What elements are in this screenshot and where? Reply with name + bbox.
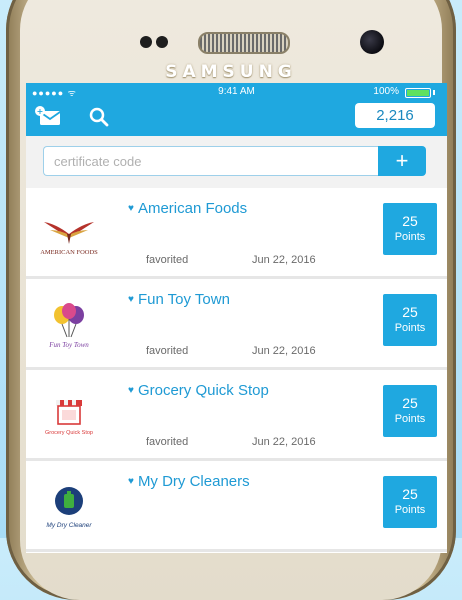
american-foods-logo: AMERICAN FOODS xyxy=(34,204,104,264)
favorited-date: Jun 22, 2016 xyxy=(252,436,316,448)
points-button[interactable]: 25 Points xyxy=(383,294,437,346)
favorited-status: favorited xyxy=(146,345,189,357)
points-value: 25 xyxy=(402,486,418,502)
heart-icon: ♥ xyxy=(128,294,134,305)
points-total: 2,216 xyxy=(355,103,435,128)
battery-icon xyxy=(405,88,431,98)
favorited-status: favorited xyxy=(146,436,189,448)
battery-percent: 100% xyxy=(373,86,399,97)
merchant-row[interactable]: AMERICAN FOODS ♥ American Foods favorited… xyxy=(26,188,447,279)
merchant-name-text: Fun Toy Town xyxy=(137,291,230,308)
battery-level xyxy=(407,90,429,96)
merchant-list: AMERICAN FOODS ♥ American Foods favorited… xyxy=(26,188,447,552)
earpiece-speaker xyxy=(198,32,290,54)
merchant-name-text: My Dry Cleaners xyxy=(137,473,250,490)
points-label: Points xyxy=(394,231,426,243)
american-foods-wordmark: AMERICAN FOODS xyxy=(40,249,98,256)
app-header: ●●●●● ᯤ 9:41 AM 100% + 2,216 xyxy=(26,83,447,136)
app-screen: ●●●●● ᯤ 9:41 AM 100% + 2,216 + xyxy=(26,83,447,553)
mail-badge-icon[interactable]: + xyxy=(34,105,62,127)
merchant-name[interactable]: ♥ Grocery Quick Stop xyxy=(128,382,269,399)
favorited-date: Jun 22, 2016 xyxy=(252,345,316,357)
my-dry-cleaners-wordmark: My Dry Cleaner xyxy=(46,522,92,529)
favorited-date: Jun 22, 2016 xyxy=(252,254,316,266)
svg-text:+: + xyxy=(37,107,44,116)
points-button[interactable]: 25 Points xyxy=(383,476,437,528)
certificate-code-input[interactable] xyxy=(43,146,378,176)
device-brand: SAMSUNG xyxy=(165,62,297,82)
merchant-name[interactable]: ♥ American Foods xyxy=(128,200,247,217)
points-value: 25 xyxy=(402,395,418,411)
sensor-dot xyxy=(156,36,168,48)
points-label: Points xyxy=(394,413,426,425)
heart-icon: ♥ xyxy=(128,476,134,487)
fun-toy-town-wordmark: Fun Toy Town xyxy=(48,341,89,349)
grocery-quick-stop-logo: Grocery Quick Stop xyxy=(34,386,104,446)
my-dry-cleaners-logo: My Dry Cleaner xyxy=(34,477,104,537)
points-button[interactable]: 25 Points xyxy=(383,203,437,255)
heart-icon: ♥ xyxy=(128,203,134,214)
merchant-name[interactable]: ♥ Fun Toy Town xyxy=(128,291,230,308)
favorited-status: favorited xyxy=(146,254,189,266)
merchant-name-text: American Foods xyxy=(137,200,248,217)
front-camera xyxy=(360,30,384,54)
points-label: Points xyxy=(394,504,426,516)
points-button[interactable]: 25 Points xyxy=(383,385,437,437)
merchant-name[interactable]: ♥ My Dry Cleaners xyxy=(128,473,250,490)
points-value: 25 xyxy=(402,304,418,320)
points-value: 25 xyxy=(402,213,418,229)
merchant-row[interactable]: My Dry Cleaner ♥ My Dry Cleaners 25 Point… xyxy=(26,461,447,552)
search-icon[interactable] xyxy=(88,106,110,128)
grocery-quick-stop-wordmark: Grocery Quick Stop xyxy=(45,430,93,436)
merchant-name-text: Grocery Quick Stop xyxy=(137,382,269,399)
status-bar: ●●●●● ᯤ 9:41 AM 100% xyxy=(26,83,447,99)
heart-icon: ♥ xyxy=(128,385,134,396)
merchant-row[interactable]: Fun Toy Town ♥ Fun Toy Town favorited Jun… xyxy=(26,279,447,370)
fun-toy-town-logo: Fun Toy Town xyxy=(34,295,104,355)
add-certificate-button[interactable]: + xyxy=(378,146,426,176)
points-label: Points xyxy=(394,322,426,334)
sensor-dot xyxy=(140,36,152,48)
battery-tip xyxy=(433,90,435,95)
certificate-bar: + xyxy=(26,136,447,188)
merchant-row[interactable]: Grocery Quick Stop ♥ Grocery Quick Stop f… xyxy=(26,370,447,461)
